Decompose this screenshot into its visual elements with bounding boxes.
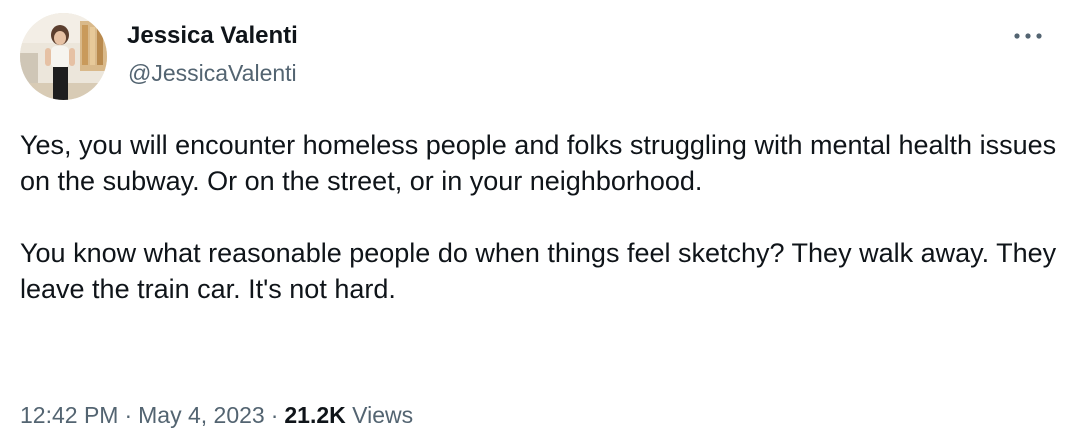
- separator: ·: [270, 402, 279, 428]
- tweet-meta: 12:42 PM · May 4, 2023 · 21.2K Views: [20, 399, 413, 431]
- tweet-time: 12:42 PM: [20, 402, 119, 428]
- tweet-time-link[interactable]: 12:42 PM · May 4, 2023: [20, 402, 265, 428]
- views-label: Views: [352, 402, 414, 428]
- author-display-name[interactable]: Jessica Valenti: [127, 20, 298, 52]
- author-handle[interactable]: @JessicaValenti: [128, 57, 297, 89]
- more-options-button[interactable]: [1008, 22, 1048, 50]
- tweet-card: Jessica Valenti @JessicaValenti Yes, you…: [0, 0, 1084, 448]
- more-horizontal-icon: [1014, 33, 1042, 39]
- avatar[interactable]: [20, 13, 107, 100]
- tweet-text: Yes, you will encounter homeless people …: [20, 127, 1060, 307]
- views-link[interactable]: 21.2K Views: [284, 402, 413, 428]
- views-count: 21.2K: [284, 402, 346, 428]
- tweet-paragraph: You know what reasonable people do when …: [20, 238, 1057, 304]
- tweet-date: May 4, 2023: [138, 402, 265, 428]
- separator: ·: [124, 402, 133, 428]
- tweet-paragraph: Yes, you will encounter homeless people …: [20, 130, 1057, 196]
- profile-photo-icon: [20, 13, 107, 100]
